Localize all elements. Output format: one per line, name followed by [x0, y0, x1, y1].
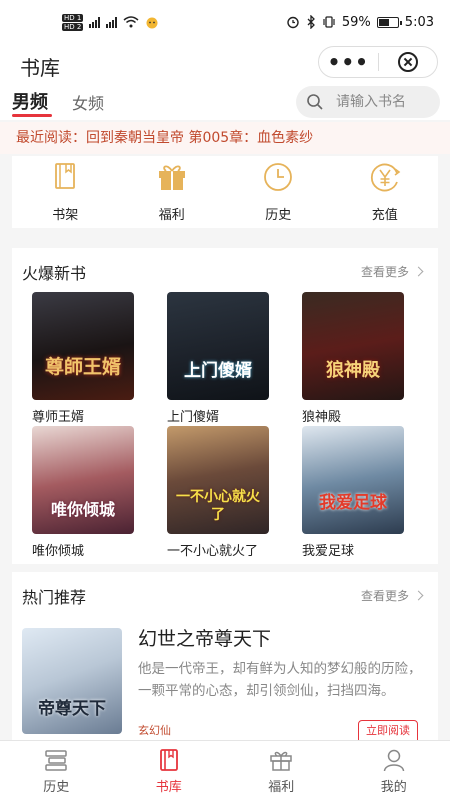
view-more-label: 查看更多 [360, 589, 409, 603]
nav-item-welfare[interactable]: 福利 [225, 741, 338, 800]
book-title: 狼神殿 [302, 410, 342, 425]
history-icon [45, 750, 67, 771]
quick-link-label: 书架 [52, 208, 79, 223]
quick-link-history[interactable]: 历史 [225, 156, 332, 228]
nav-label: 我的 [380, 780, 407, 795]
bluetooth-icon [307, 15, 315, 29]
nav-item-library[interactable]: 书库 [113, 741, 226, 800]
recent-reading-banner[interactable]: 最近阅读：回到秦朝当皇帝 第005章：血色素纱 [0, 122, 450, 154]
status-right: 59% 5:03 [286, 15, 434, 30]
quick-link-label: 福利 [158, 208, 185, 223]
read-now-button[interactable]: 立即阅读 [358, 720, 418, 740]
search-icon [307, 94, 323, 110]
search-input[interactable] [336, 94, 426, 110]
book-card[interactable]: 狼神殿 狼神殿 [302, 292, 404, 425]
status-time: 5:03 [404, 14, 434, 30]
search-box[interactable] [296, 86, 440, 118]
signal-icon [106, 16, 118, 28]
book-cover: 一不小心就火了 [167, 426, 269, 534]
book-card[interactable]: 一不小心就火了 一不小心就火了 [167, 426, 269, 559]
quick-links: 书架 福利 历史 充值 [12, 156, 438, 228]
book-card[interactable]: 尊師王婿 尊师王婿 [32, 292, 134, 425]
recommend-book-cover[interactable]: 帝尊天下 [22, 628, 122, 734]
quick-link-recharge[interactable]: 充值 [332, 156, 439, 228]
nav-item-profile[interactable]: 我的 [338, 741, 450, 800]
book-title: 唯你倾城 [32, 544, 85, 559]
nav-label: 书库 [155, 780, 182, 795]
recommend-book-tag: 玄幻仙 [138, 724, 171, 737]
cover-title: 狼神殿 [326, 360, 380, 381]
miniprogram-capsule: ••• [318, 46, 438, 78]
page-title: 书库 [20, 56, 60, 80]
book-cover: 狼神殿 [302, 292, 404, 400]
alarm-icon [287, 16, 299, 29]
view-more-link[interactable]: 查看更多 [360, 263, 424, 280]
book-card[interactable]: 上门傻婿 上门傻婿 [167, 292, 269, 425]
active-tab-indicator [12, 114, 52, 117]
tab-female[interactable]: 女频 [72, 90, 104, 114]
book-cover: 尊師王婿 [32, 292, 134, 400]
nav-label: 历史 [43, 780, 70, 795]
more-dots-icon[interactable]: ••• [319, 52, 378, 72]
bookshelf-icon [55, 163, 76, 189]
battery-percent: 59% [341, 14, 371, 30]
status-bar: HD 1 HD 2 59% 5:03 [0, 0, 450, 44]
book-title: 上门傻婿 [167, 410, 220, 425]
quick-link-label: 历史 [265, 208, 292, 223]
book-cover: 上门傻婿 [167, 292, 269, 400]
notification-icon [146, 17, 158, 29]
book-card[interactable]: 我爱足球 我爱足球 [302, 426, 404, 559]
bottom-nav: 历史 书库 福利 我的 [0, 740, 450, 800]
cover-title: 尊師王婿 [44, 356, 121, 378]
cover-title: 唯你倾城 [50, 500, 115, 519]
gift-icon [158, 165, 185, 190]
channel-tabs: 男频 女频 [0, 84, 450, 120]
chevron-right-icon [413, 590, 424, 601]
quick-link-label: 充值 [371, 208, 398, 223]
view-more-label: 查看更多 [360, 265, 409, 279]
sim2-badge: HD 2 [62, 22, 84, 31]
book-title: 尊师王婿 [32, 410, 85, 425]
sim-indicators: HD 1 HD 2 [62, 13, 84, 31]
nav-label: 福利 [268, 780, 295, 795]
section-title: 热门推荐 [22, 588, 87, 607]
hot-recommend-section: 热门推荐 查看更多 帝尊天下 幻世之帝尊天下 他是一代帝王，却有鲜为人知的梦幻般… [12, 572, 438, 740]
gift-icon [270, 751, 292, 771]
chevron-right-icon [413, 266, 424, 277]
sim1-badge: HD 1 [62, 13, 84, 22]
recommend-book-desc: 他是一代帝王，却有鲜为人知的梦幻般的历险，一颗平常的心态，却引领剑仙，扫挡四海。 [138, 661, 422, 699]
wifi-icon [123, 16, 139, 28]
close-circle-icon [397, 52, 418, 72]
cover-title: 一不小心就火了 [176, 489, 260, 523]
yuan-coin-icon [370, 163, 401, 192]
book-cover: 我爱足球 [302, 426, 404, 534]
cover-title: 我爱足球 [319, 493, 387, 513]
book-title: 我爱足球 [302, 544, 355, 559]
status-left: HD 1 HD 2 [62, 13, 159, 31]
nav-item-history[interactable]: 历史 [0, 741, 113, 800]
book-title: 一不小心就火了 [167, 544, 259, 559]
signal-icon [89, 16, 101, 28]
hot-new-books-section: 火爆新书 查看更多 尊師王婿 尊师王婿 上门傻婿 上门傻婿 狼神殿 狼神殿 唯你… [12, 248, 438, 564]
close-button[interactable] [378, 52, 437, 72]
book-cover: 唯你倾城 [32, 426, 134, 534]
view-more-link[interactable]: 查看更多 [360, 587, 424, 604]
recommend-book-title[interactable]: 幻世之帝尊天下 [138, 624, 271, 651]
library-icon [159, 749, 178, 771]
battery-icon [376, 16, 402, 28]
book-card[interactable]: 唯你倾城 唯你倾城 [32, 426, 134, 559]
app-header: 书库 ••• [0, 44, 450, 84]
section-title: 火爆新书 [22, 264, 87, 283]
vibrate-icon [323, 16, 335, 28]
cover-title: 帝尊天下 [38, 699, 106, 719]
cover-title: 上门傻婿 [184, 361, 252, 381]
quick-link-bookshelf[interactable]: 书架 [12, 156, 119, 228]
user-icon [383, 749, 404, 772]
clock-icon [264, 163, 293, 191]
tab-male[interactable]: 男频 [12, 88, 48, 114]
quick-link-welfare[interactable]: 福利 [119, 156, 226, 228]
